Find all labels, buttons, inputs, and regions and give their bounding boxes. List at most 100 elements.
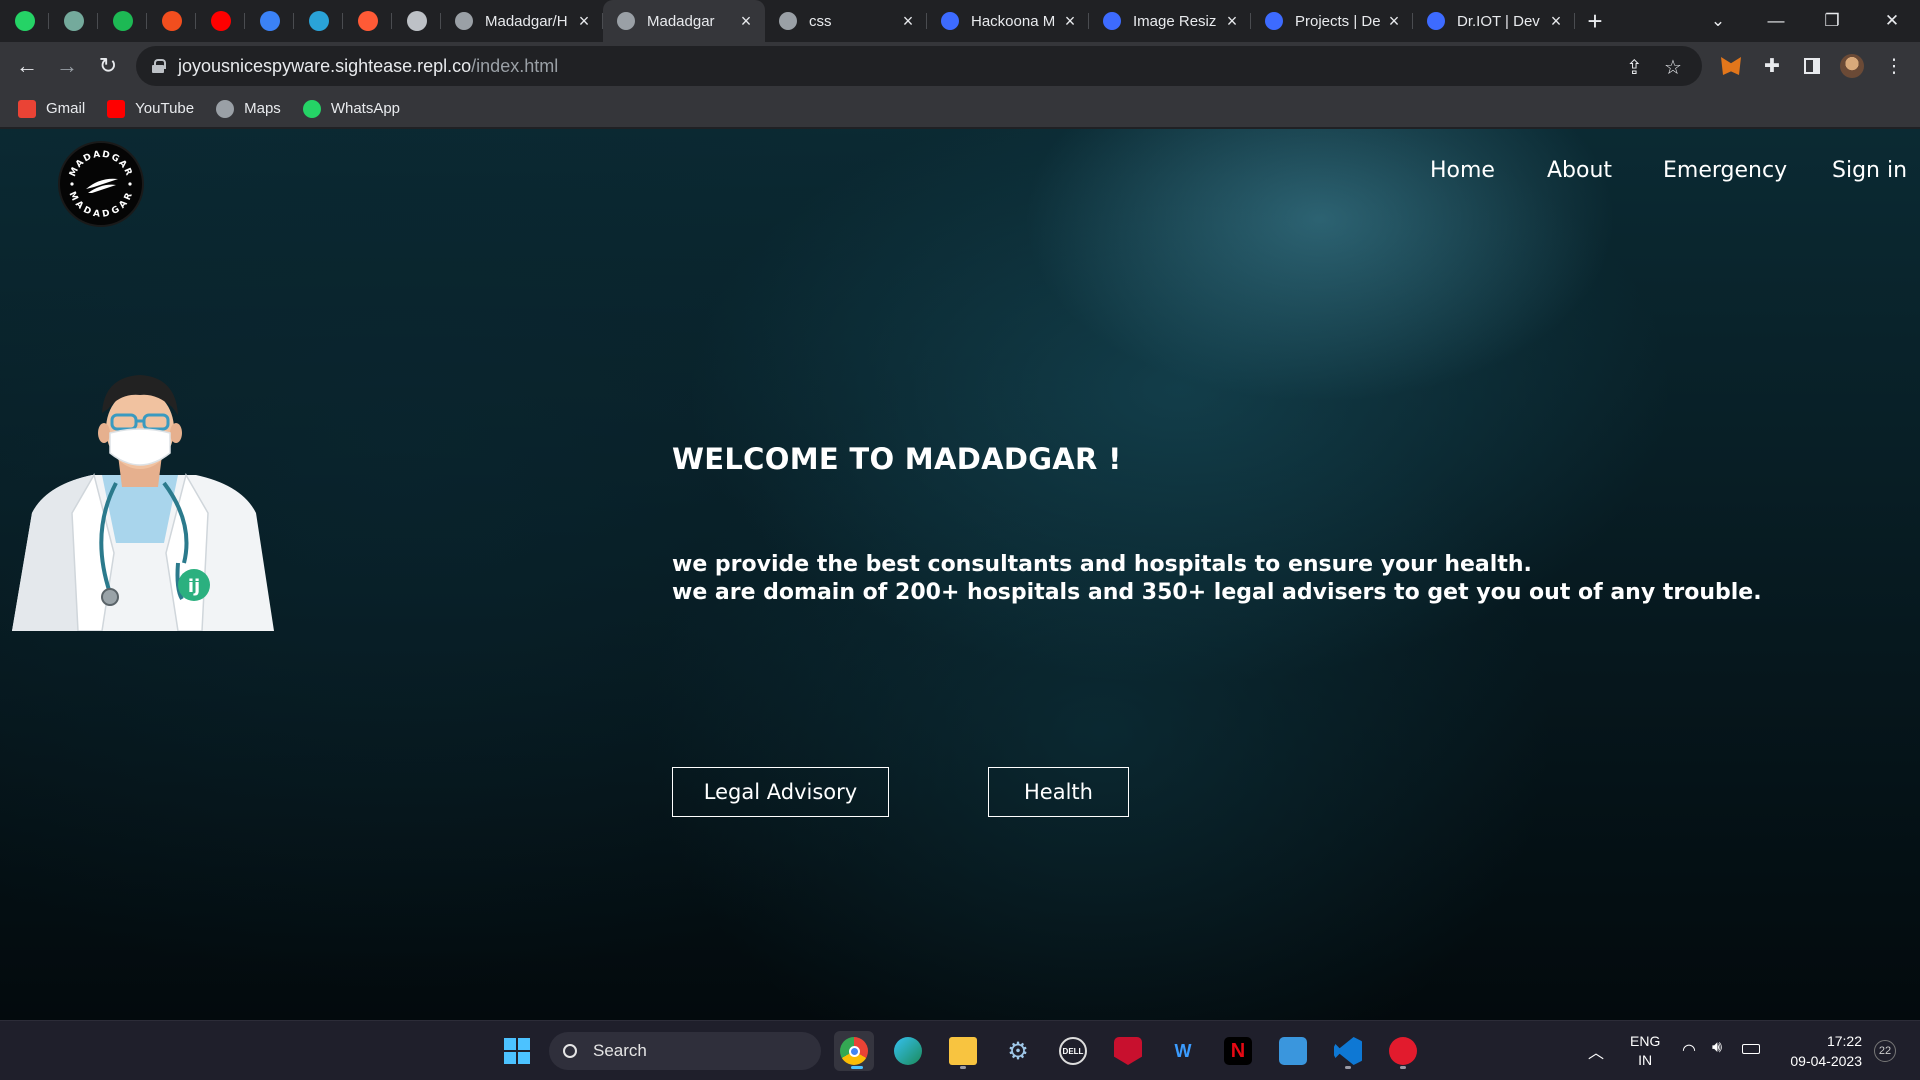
welcome-heading: WELCOME TO MADADGAR ! xyxy=(672,442,1122,476)
more-menu-icon[interactable]: ⋮ xyxy=(1880,52,1908,80)
clock[interactable]: 17:22 09-04-2023 xyxy=(1778,1031,1862,1071)
close-window-button[interactable]: ✕ xyxy=(1864,0,1920,42)
taskbar-file-explorer[interactable] xyxy=(943,1031,983,1071)
metamask-icon[interactable] xyxy=(1717,52,1745,80)
volume-icon[interactable]: 🔊︎ xyxy=(1712,1039,1722,1057)
new-tab-button[interactable]: + xyxy=(1575,0,1615,42)
figma-icon xyxy=(161,11,182,31)
windows-logo-icon xyxy=(504,1038,530,1064)
taskbar-wave[interactable]: W xyxy=(1163,1031,1203,1071)
tab-favicon-icon xyxy=(617,12,635,30)
pinned-tab[interactable] xyxy=(294,0,343,42)
taskbar-netflix[interactable]: N xyxy=(1218,1031,1258,1071)
tab-active[interactable]: Madadgar × xyxy=(603,0,765,42)
tab[interactable]: Image Resiz × xyxy=(1089,0,1251,42)
lang-line-2: IN xyxy=(1638,1052,1653,1068)
pinned-tab[interactable] xyxy=(147,0,196,42)
url-host: joyousnicespyware.sightease.repl.co xyxy=(178,55,472,76)
show-hidden-icons-chevron[interactable]: ︿ xyxy=(1588,1039,1604,1063)
pinned-tab[interactable] xyxy=(0,0,49,42)
store-icon xyxy=(1279,1037,1307,1065)
extensions-puzzle-icon[interactable]: ✚ xyxy=(1758,52,1786,80)
reload-icon[interactable]: ↻ xyxy=(88,46,128,86)
search-icon xyxy=(563,1044,577,1058)
gmail-icon xyxy=(18,99,36,118)
taskbar-chrome[interactable] xyxy=(834,1031,874,1071)
close-tab-icon[interactable]: × xyxy=(1547,11,1565,32)
taskbar-red-app[interactable] xyxy=(1383,1031,1423,1071)
tab-favicon-icon xyxy=(455,12,473,30)
dell-icon: DELL xyxy=(1059,1037,1087,1065)
tab-search-chevron-icon[interactable]: ⌄ xyxy=(1690,0,1746,42)
tab[interactable]: Hackoona M × xyxy=(927,0,1089,42)
taskbar-store[interactable] xyxy=(1273,1031,1313,1071)
legal-advisory-button[interactable]: Legal Advisory xyxy=(672,767,889,817)
minimize-button[interactable]: — xyxy=(1748,0,1804,42)
taskbar-dell[interactable]: DELL xyxy=(1053,1031,1093,1071)
nav-signin-link[interactable]: Sign in xyxy=(1832,158,1907,183)
chrome-icon xyxy=(840,1037,868,1065)
close-tab-icon[interactable]: × xyxy=(737,11,755,32)
pinned-tab[interactable] xyxy=(196,0,245,42)
restore-button[interactable]: ❐ xyxy=(1804,0,1860,42)
share-icon[interactable]: ⇪ xyxy=(1626,55,1643,80)
telegram-icon xyxy=(308,11,329,31)
start-button[interactable] xyxy=(497,1031,537,1071)
forward-arrow-icon[interactable]: → xyxy=(47,46,87,86)
nav-home-link[interactable]: Home xyxy=(1430,158,1495,183)
whatsapp-icon xyxy=(302,99,321,118)
taskbar-search-box[interactable]: Search xyxy=(549,1032,821,1070)
mcafee-shield-icon xyxy=(1114,1037,1142,1065)
taskbar-settings[interactable]: ⚙ xyxy=(998,1031,1038,1071)
close-tab-icon[interactable]: × xyxy=(899,11,917,32)
pinned-tab[interactable] xyxy=(392,0,441,42)
tab[interactable]: css × xyxy=(765,0,927,42)
side-panel-icon[interactable] xyxy=(1798,52,1826,80)
pinned-tab[interactable] xyxy=(98,0,147,42)
madadgar-logo[interactable]: MADADGAR MADADGAR xyxy=(58,141,144,227)
clock-time: 17:22 xyxy=(1826,1033,1862,1049)
nav-emergency-link[interactable]: Emergency xyxy=(1663,158,1787,183)
svg-text:MADADGAR: MADADGAR xyxy=(67,190,136,220)
tab-title: Hackoona M xyxy=(971,12,1056,30)
bookmark-maps[interactable]: Maps xyxy=(216,99,281,118)
chatgpt-icon xyxy=(63,11,84,31)
profile-avatar[interactable] xyxy=(1838,52,1866,80)
taskbar-mcafee[interactable] xyxy=(1108,1031,1148,1071)
language-indicator[interactable]: ENG IN xyxy=(1630,1032,1660,1070)
lock-icon[interactable] xyxy=(152,59,166,73)
address-bar[interactable]: joyousnicespyware.sightease.repl.co/inde… xyxy=(136,46,1702,86)
tab-favicon-icon xyxy=(1103,12,1121,30)
taskbar-vscode[interactable] xyxy=(1328,1031,1368,1071)
health-button[interactable]: Health xyxy=(988,767,1129,817)
close-tab-icon[interactable]: × xyxy=(1223,11,1241,32)
bookmark-whatsapp[interactable]: WhatsApp xyxy=(302,99,400,118)
tab[interactable]: Madadgar/H × xyxy=(441,0,603,42)
notification-badge[interactable]: 22 xyxy=(1874,1040,1896,1062)
bookmark-star-icon[interactable]: ☆ xyxy=(1664,55,1682,80)
close-tab-icon[interactable]: × xyxy=(575,11,593,32)
edge-icon xyxy=(894,1037,922,1065)
lang-line-1: ENG xyxy=(1630,1033,1661,1049)
close-tab-icon[interactable]: × xyxy=(1061,11,1079,32)
back-arrow-icon[interactable]: ← xyxy=(7,46,47,86)
taskbar-edge[interactable] xyxy=(888,1031,928,1071)
tab[interactable]: Dr.IOT | Dev × xyxy=(1413,0,1575,42)
tab[interactable]: Projects | De × xyxy=(1251,0,1413,42)
tab-favicon-icon xyxy=(1265,12,1283,30)
spotify-icon xyxy=(112,11,133,31)
wifi-icon[interactable]: ◠ xyxy=(1682,1040,1696,1060)
close-tab-icon[interactable]: × xyxy=(1385,11,1403,32)
pinned-tab[interactable] xyxy=(245,0,294,42)
bookmark-label: Gmail xyxy=(46,100,86,117)
page-viewport: MADADGAR MADADGAR Home About Emergency S… xyxy=(0,129,1920,1020)
bookmark-gmail[interactable]: Gmail xyxy=(18,99,86,118)
bookmark-youtube[interactable]: YouTube xyxy=(107,99,194,118)
tab-title: Projects | De xyxy=(1295,12,1381,30)
nav-about-link[interactable]: About xyxy=(1547,158,1612,183)
logo-text-top: MADADGAR xyxy=(68,150,132,179)
red-app-icon xyxy=(1389,1037,1417,1065)
pinned-tab[interactable] xyxy=(49,0,98,42)
pinned-tab[interactable] xyxy=(343,0,392,42)
battery-icon[interactable] xyxy=(1742,1041,1760,1057)
